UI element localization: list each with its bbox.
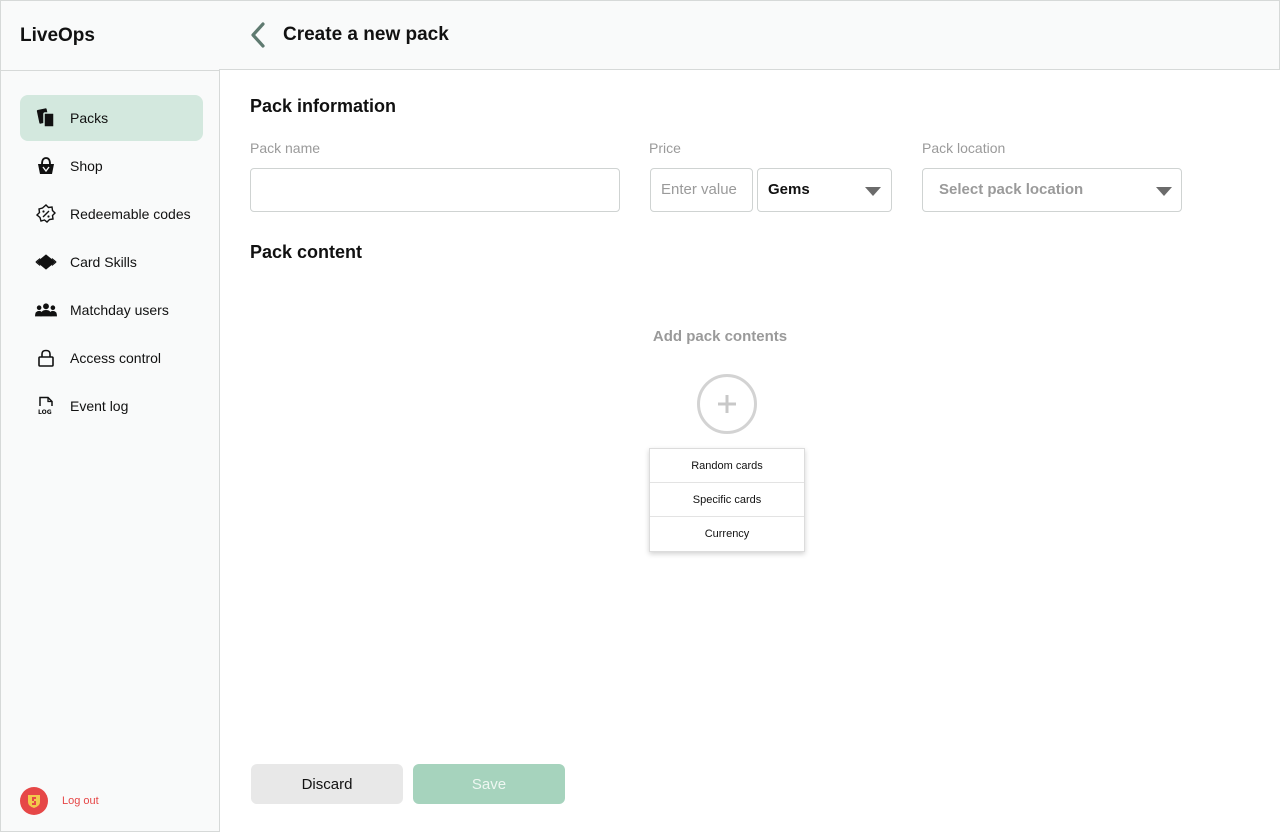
plus-icon bbox=[718, 395, 736, 413]
menu-item-specific-cards[interactable]: Specific cards bbox=[650, 483, 804, 517]
pack-location-placeholder: Select pack location bbox=[939, 181, 1084, 198]
pack-location-label: Pack location bbox=[922, 140, 1006, 156]
shopping-basket-icon bbox=[35, 155, 57, 177]
back-button[interactable] bbox=[247, 20, 269, 50]
users-icon bbox=[35, 299, 57, 321]
sidebar-item-label: Event log bbox=[70, 398, 129, 414]
chevron-down-icon bbox=[865, 187, 881, 196]
shield-icon bbox=[28, 795, 40, 808]
diamond-icon bbox=[35, 251, 57, 273]
sidebar-item-event-log[interactable]: LOG Event log bbox=[20, 383, 203, 429]
section-title-pack-information: Pack information bbox=[250, 96, 397, 116]
discount-badge-icon bbox=[35, 203, 57, 225]
discard-button[interactable]: Discard bbox=[251, 764, 403, 804]
svg-text:LOG: LOG bbox=[38, 409, 52, 416]
add-contents-menu: Random cards Specific cards Currency bbox=[649, 448, 805, 552]
logout-button[interactable]: Log out bbox=[20, 787, 99, 815]
lock-icon bbox=[35, 347, 57, 369]
sidebar-item-label: Packs bbox=[70, 110, 109, 126]
sidebar-item-redeemable-codes[interactable]: Redeemable codes bbox=[20, 191, 203, 237]
menu-item-random-cards[interactable]: Random cards bbox=[650, 449, 804, 483]
sidebar-nav: Packs Shop Redeemable codes Card Skills … bbox=[1, 71, 219, 429]
sidebar-item-matchday-users[interactable]: Matchday users bbox=[20, 287, 203, 333]
avatar bbox=[20, 787, 48, 815]
chevron-down-icon bbox=[1156, 187, 1172, 196]
add-pack-contents-button[interactable] bbox=[697, 374, 757, 434]
app-title: LiveOps bbox=[1, 1, 219, 71]
sidebar-item-label: Card Skills bbox=[70, 254, 137, 270]
pack-name-label: Pack name bbox=[250, 140, 321, 156]
log-file-icon: LOG bbox=[35, 395, 57, 417]
sidebar-item-access-control[interactable]: Access control bbox=[20, 335, 203, 381]
sidebar: LiveOps Packs Shop Redeemable codes Card… bbox=[0, 0, 220, 832]
price-label: Price bbox=[649, 140, 681, 156]
chevron-left-icon bbox=[251, 22, 265, 48]
header: Create a new pack bbox=[219, 0, 1280, 70]
cards-icon bbox=[35, 107, 57, 129]
sidebar-item-label: Shop bbox=[70, 158, 103, 174]
sidebar-item-card-skills[interactable]: Card Skills bbox=[20, 239, 203, 285]
price-placeholder: Enter value bbox=[661, 181, 737, 198]
sidebar-item-label: Matchday users bbox=[70, 302, 169, 318]
sidebar-item-label: Redeemable codes bbox=[70, 206, 191, 222]
price-input[interactable]: Enter value bbox=[650, 168, 753, 212]
currency-value: Gems bbox=[768, 181, 810, 198]
add-pack-contents-label: Add pack contents bbox=[652, 328, 788, 345]
menu-item-currency[interactable]: Currency bbox=[650, 517, 804, 551]
section-title-pack-content: Pack content bbox=[250, 242, 363, 262]
currency-select[interactable]: Gems bbox=[757, 168, 892, 212]
save-button[interactable]: Save bbox=[413, 764, 565, 804]
logout-label: Log out bbox=[62, 795, 99, 807]
pack-location-select[interactable]: Select pack location bbox=[922, 168, 1182, 212]
page-title: Create a new pack bbox=[283, 24, 449, 45]
sidebar-item-packs[interactable]: Packs bbox=[20, 95, 203, 141]
pack-name-input[interactable] bbox=[250, 168, 620, 212]
sidebar-item-label: Access control bbox=[70, 350, 162, 366]
sidebar-item-shop[interactable]: Shop bbox=[20, 143, 203, 189]
